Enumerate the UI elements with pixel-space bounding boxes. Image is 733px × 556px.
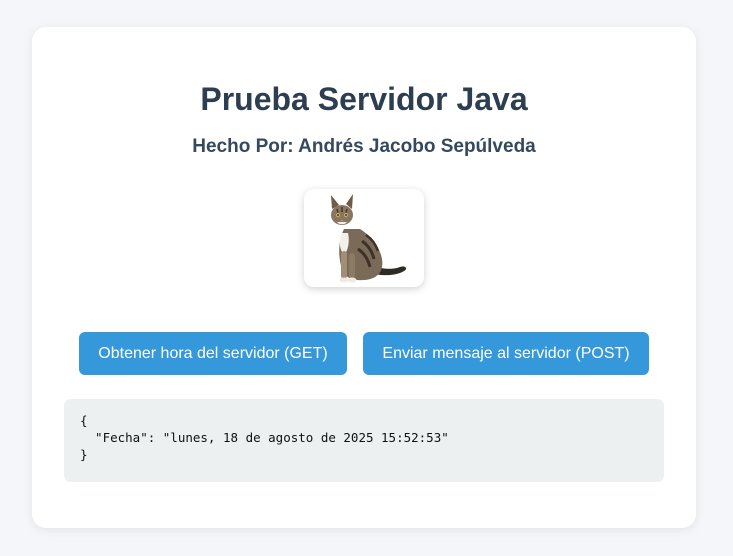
post-message-button[interactable]: Enviar mensaje al servidor (POST) xyxy=(363,332,649,375)
cat-photo-icon xyxy=(331,194,407,283)
get-time-button[interactable]: Obtener hora del servidor (GET) xyxy=(79,332,347,375)
cat-image xyxy=(304,189,424,287)
author-subtitle: Hecho Por: Andrés Jacobo Sepúlveda xyxy=(192,136,536,157)
page-title: Prueba Servidor Java xyxy=(200,81,528,117)
server-response-output: { "Fecha": "lunes, 18 de agosto de 2025 … xyxy=(64,399,664,482)
main-card: Prueba Servidor Java Hecho Por: Andrés J… xyxy=(32,27,696,528)
